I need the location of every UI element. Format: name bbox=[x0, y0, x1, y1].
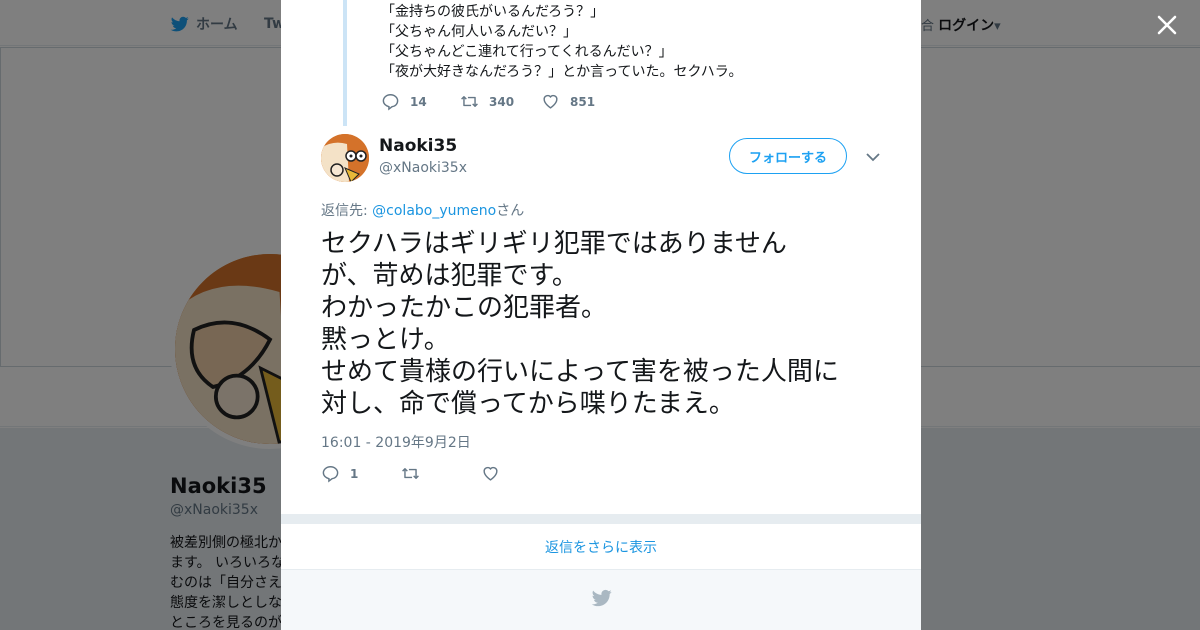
reply-to-suffix: さん bbox=[496, 203, 525, 219]
parent-like-count: 851 bbox=[570, 94, 596, 109]
tweet-text-line: せめて貴様の行いによって害を被った人間に bbox=[321, 357, 839, 387]
parent-reply-count: 14 bbox=[410, 94, 427, 109]
close-icon bbox=[1157, 15, 1177, 35]
tweet-text: セクハラはギリギリ犯罪ではありません が、苛めは犯罪です。 わかったかこの犯罪者… bbox=[321, 228, 901, 420]
retweet-icon bbox=[461, 96, 478, 107]
reply-mention-link[interactable]: @colabo_yumeno bbox=[372, 203, 496, 219]
parent-like-button[interactable]: 851 bbox=[541, 92, 595, 111]
tweet-menu-button[interactable] bbox=[863, 148, 883, 166]
conversation-thread-line bbox=[343, 0, 347, 126]
retweet-button[interactable] bbox=[401, 464, 481, 483]
chevron-down-icon bbox=[866, 153, 880, 162]
reply-icon bbox=[322, 466, 339, 483]
parent-retweet-button[interactable]: 340 bbox=[460, 92, 541, 111]
author-avatar[interactable] bbox=[321, 134, 369, 182]
like-button[interactable] bbox=[481, 464, 510, 483]
parent-tweet-actions: 14 340 851 bbox=[381, 92, 595, 111]
parent-tweet-line: 「父ちゃんどこ連れて行ってくれるんだい？」 bbox=[381, 44, 673, 60]
reply-to-prefix: 返信先: bbox=[321, 203, 373, 219]
reply-icon bbox=[382, 94, 399, 111]
parent-tweet-line: 「夜が大好きなんだろう？」とか言っていた。セクハラ。 bbox=[381, 64, 743, 80]
modal-footer bbox=[281, 570, 921, 630]
show-more-replies-link[interactable]: 返信をさらに表示 bbox=[281, 524, 921, 570]
reply-button[interactable]: 1 bbox=[321, 464, 401, 483]
parent-tweet-line: 「金持ちの彼氏がいるんだろう？」 bbox=[381, 4, 605, 20]
retweet-icon bbox=[402, 468, 419, 479]
author-handle[interactable]: @xNaoki35x bbox=[379, 160, 467, 176]
parent-retweet-count: 340 bbox=[489, 94, 515, 109]
cartoon-avatar-image bbox=[321, 134, 369, 182]
parent-tweet-line: 「父ちゃん何人いるんだい？」 bbox=[381, 24, 577, 40]
follow-button[interactable]: フォローする bbox=[729, 138, 847, 174]
tweet-text-line: 黙っとけ。 bbox=[321, 325, 450, 355]
tweet-text-line: が、苛めは犯罪です。 bbox=[321, 261, 578, 291]
parent-reply-button[interactable]: 14 bbox=[381, 92, 460, 111]
twitter-bird-icon bbox=[591, 589, 612, 607]
tweet-text-line: セクハラはギリギリ犯罪ではありません bbox=[321, 229, 787, 259]
heart-icon bbox=[483, 466, 498, 481]
reply-context: 返信先: @colabo_yumenoさん bbox=[321, 200, 524, 220]
tweet-actions: 1 bbox=[321, 464, 510, 483]
author-name[interactable]: Naoki35 bbox=[379, 136, 457, 156]
close-button[interactable] bbox=[1152, 10, 1182, 40]
tweet-permalink-modal: 「金持ちの彼氏がいるんだろう？」 「父ちゃん何人いるんだい？」 「父ちゃんどこ連… bbox=[281, 0, 921, 630]
tweet-text-line: わかったかこの犯罪者。 bbox=[321, 293, 608, 323]
section-divider bbox=[281, 514, 921, 524]
heart-icon bbox=[543, 94, 558, 109]
reply-count: 1 bbox=[350, 466, 359, 481]
tweet-text-line: 対し、命で償ってから喋りたまえ。 bbox=[321, 389, 735, 419]
parent-tweet-text: 「金持ちの彼氏がいるんだろう？」 「父ちゃん何人いるんだい？」 「父ちゃんどこ連… bbox=[381, 2, 742, 82]
tweet-timestamp[interactable]: 16:01 - 2019年9月2日 bbox=[321, 432, 471, 452]
